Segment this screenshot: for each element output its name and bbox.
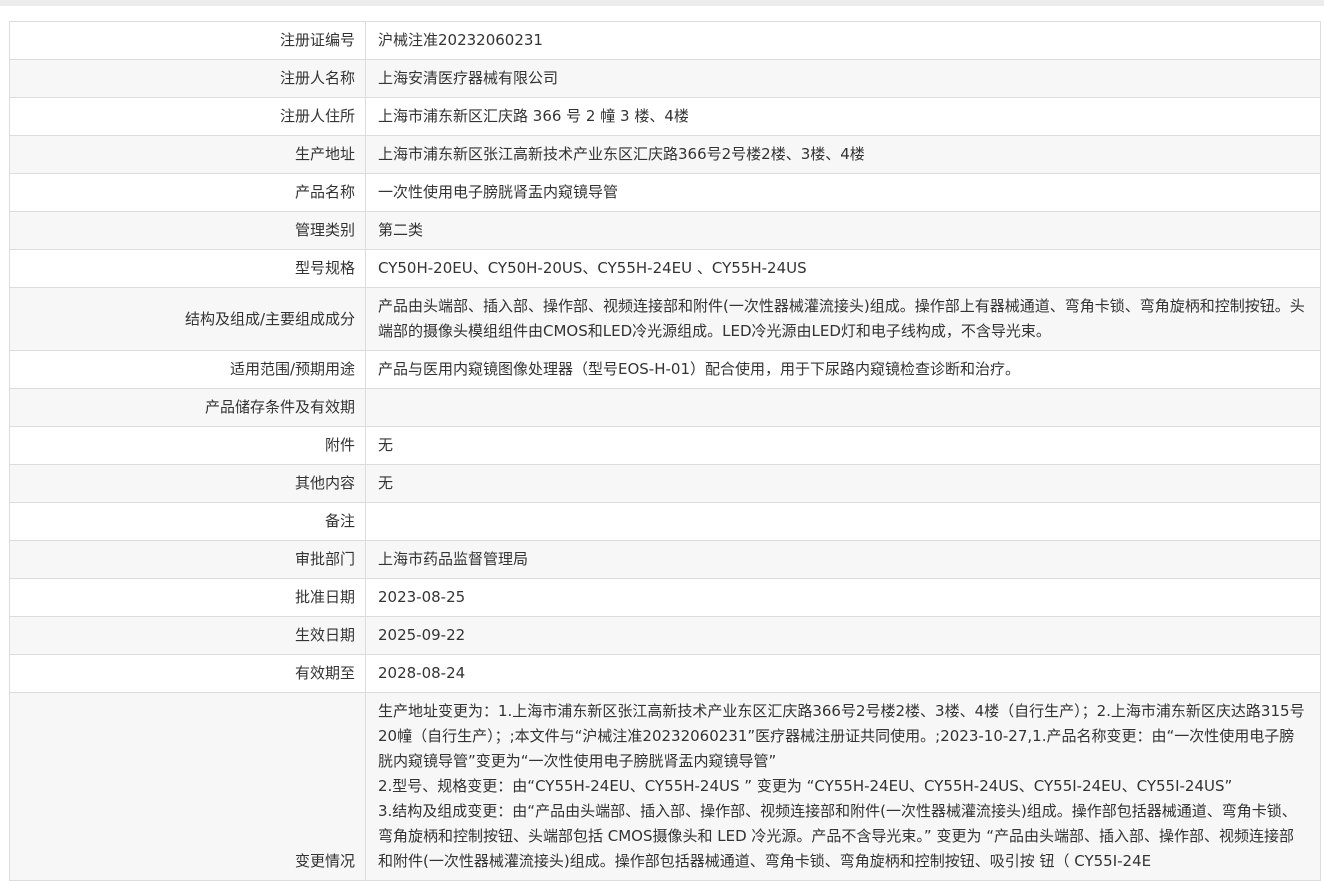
table-row: 注册人名称 上海安清医疗器械有限公司 — [9, 59, 1321, 98]
field-value: 上海安清医疗器械有限公司 — [365, 59, 1321, 98]
field-label: 型号规格 — [9, 249, 366, 288]
field-label: 结构及组成/主要组成成分 — [9, 287, 366, 351]
table-row: 批准日期 2023-08-25 — [9, 578, 1321, 617]
registration-detail-table: 注册证编号 沪械注准20232060231 注册人名称 上海安清医疗器械有限公司 注册人… — [9, 21, 1321, 881]
table-row: 注册人住所 上海市浦东新区汇庆路 366 号 2 幢 3 楼、4楼 — [9, 97, 1321, 136]
top-strip — [0, 0, 1324, 6]
field-value: CY50H-20EU、CY50H-20US、CY55H-24EU 、CY55H-… — [365, 249, 1321, 288]
table-row: 附件无 — [9, 426, 1321, 465]
table-row: 备注 — [9, 502, 1321, 541]
change-history-line: 生产地址变更为：1.上海市浦东新区张江高新技术产业东区汇庆路366号2号楼2楼、… — [378, 702, 1305, 770]
field-value: 上海市浦东新区张江高新技术产业东区汇庆路366号2号楼2楼、3楼、4楼 — [365, 135, 1321, 174]
field-value: 上海市浦东新区汇庆路 366 号 2 幢 3 楼、4楼 — [365, 97, 1321, 136]
table-row: 有效期至 2028-08-24 — [9, 654, 1321, 693]
field-label: 批准日期 — [9, 578, 366, 617]
registration-detail-table-wrapper: 注册证编号 沪械注准20232060231 注册人名称 上海安清医疗器械有限公司 注册人… — [9, 21, 1321, 881]
table-row: 生产地址 上海市浦东新区张江高新技术产业东区汇庆路366号2号楼2楼、3楼、4楼 — [9, 135, 1321, 174]
field-value: 2025-09-22 — [365, 616, 1321, 655]
table-row: 型号规格 CY50H-20EU、CY50H-20US、CY55H-24EU 、CY… — [9, 249, 1321, 288]
field-value: 2023-08-25 — [365, 578, 1321, 617]
field-label: 产品储存条件及有效期 — [9, 388, 366, 427]
field-label: 产品名称 — [9, 173, 366, 212]
field-value: 无 — [365, 426, 1321, 465]
table-row: 生效日期 2025-09-22 — [9, 616, 1321, 655]
field-label: 有效期至 — [9, 654, 366, 693]
change-history-value: 生产地址变更为：1.上海市浦东新区张江高新技术产业东区汇庆路366号2号楼2楼、… — [365, 692, 1321, 881]
table-body: 注册证编号 沪械注准20232060231 注册人名称 上海安清医疗器械有限公司 注册人… — [9, 21, 1321, 881]
field-value: 沪械注准20232060231 — [365, 21, 1321, 60]
table-row: 适用范围/预期用途 产品与医用内窥镜图像处理器（型号EOS-H-01）配合使用，用… — [9, 350, 1321, 389]
table-row: 审批部门 上海市药品监督管理局 — [9, 540, 1321, 579]
field-value: 一次性使用电子膀胱肾盂内窥镜导管 — [365, 173, 1321, 212]
table-row: 产品储存条件及有效期 — [9, 388, 1321, 427]
field-label: 备注 — [9, 502, 366, 541]
field-value: 产品由头端部、插入部、操作部、视频连接部和附件(一次性器械灌流接头)组成。操作部… — [365, 287, 1321, 351]
table-row: 管理类别 第二类 — [9, 211, 1321, 250]
field-label: 注册人名称 — [9, 59, 366, 98]
table-row-change-history: 变更情况 生产地址变更为：1.上海市浦东新区张江高新技术产业东区汇庆路366号2号… — [9, 692, 1321, 881]
field-label: 审批部门 — [9, 540, 366, 579]
field-value: 第二类 — [365, 211, 1321, 250]
field-value — [365, 388, 1321, 427]
field-label: 管理类别 — [9, 211, 366, 250]
table-row: 产品名称 一次性使用电子膀胱肾盂内窥镜导管 — [9, 173, 1321, 212]
field-value: 产品与医用内窥镜图像处理器（型号EOS-H-01）配合使用，用于下尿路内窥镜检查… — [365, 350, 1321, 389]
change-history-line: 3.结构及组成变更：由“产品由头端部、插入部、操作部、视频连接部和附件(一次性器… — [378, 802, 1297, 870]
field-label: 其他内容 — [9, 464, 366, 503]
field-label: 注册证编号 — [9, 21, 366, 60]
table-row: 其他内容无 — [9, 464, 1321, 503]
field-label: 生产地址 — [9, 135, 366, 174]
field-label: 适用范围/预期用途 — [9, 350, 366, 389]
field-value: 无 — [365, 464, 1321, 503]
field-label: 变更情况 — [9, 692, 366, 881]
table-row: 结构及组成/主要组成成分 产品由头端部、插入部、操作部、视频连接部和附件(一次性器… — [9, 287, 1321, 351]
field-value — [365, 502, 1321, 541]
field-value: 上海市药品监督管理局 — [365, 540, 1321, 579]
field-label: 注册人住所 — [9, 97, 366, 136]
table-row: 注册证编号 沪械注准20232060231 — [9, 21, 1321, 60]
field-value: 2028-08-24 — [365, 654, 1321, 693]
field-label: 生效日期 — [9, 616, 366, 655]
field-label: 附件 — [9, 426, 366, 465]
change-history-line: 2.型号、规格变更：由“CY55H-24EU、CY55H-24US ” 变更为 … — [378, 777, 1233, 795]
